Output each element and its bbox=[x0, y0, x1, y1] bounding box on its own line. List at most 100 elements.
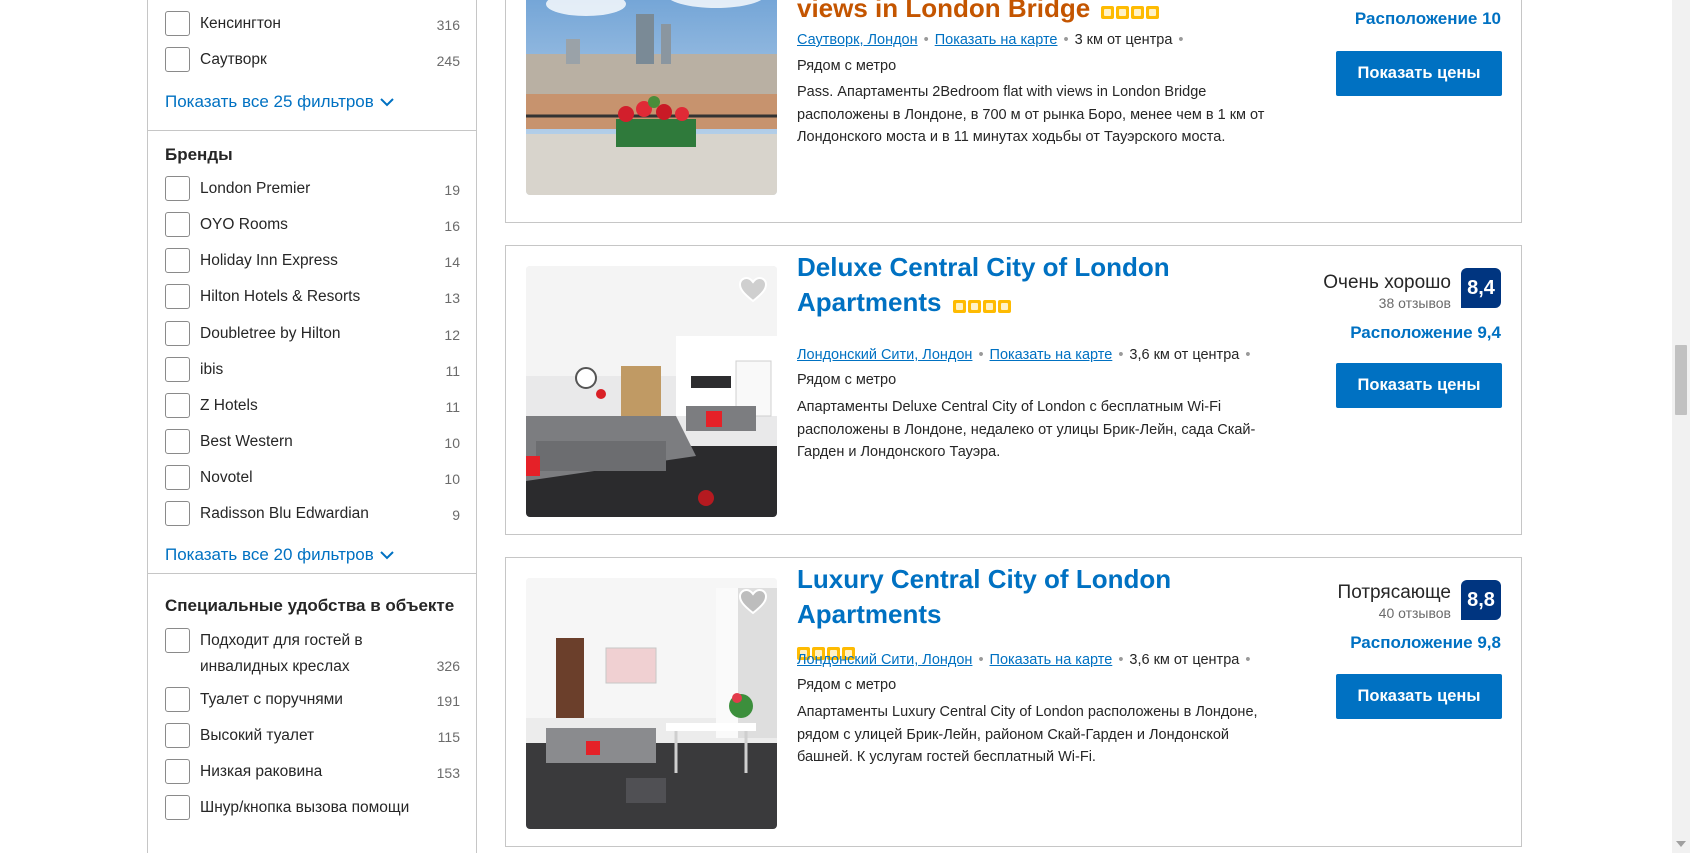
distance-text: 3,6 км от центра bbox=[1129, 652, 1240, 668]
filter-item-brand[interactable]: Hilton Hotels & Resorts 13 bbox=[165, 284, 460, 312]
star-icon bbox=[1101, 5, 1115, 19]
heart-icon bbox=[738, 276, 768, 303]
star-icon bbox=[967, 299, 981, 313]
location-line: Лондонский Сити, Лондон • Показать на карт… bbox=[797, 652, 1256, 668]
checkbox[interactable] bbox=[165, 321, 190, 346]
review-score-badge[interactable]: 8,4 bbox=[1461, 268, 1501, 308]
show-on-map-link[interactable]: Показать на карте bbox=[935, 32, 1058, 48]
checkbox[interactable] bbox=[165, 393, 190, 418]
checkbox[interactable] bbox=[165, 284, 190, 309]
filter-count: 326 bbox=[436, 658, 460, 674]
filter-item-brand[interactable]: Radisson Blu Edwardian 9 bbox=[165, 501, 460, 529]
checkbox[interactable] bbox=[165, 429, 190, 454]
filter-count: 16 bbox=[444, 218, 460, 234]
filter-item-emergency-cord[interactable]: Шнур/кнопка вызова помощи bbox=[165, 795, 460, 823]
filter-item-low-sink[interactable]: Низкая раковина 153 bbox=[165, 759, 460, 787]
filter-item-southwark[interactable]: Саутворк 245 bbox=[165, 47, 460, 75]
checkbox[interactable] bbox=[165, 357, 190, 382]
filter-label: Саутворк bbox=[200, 51, 267, 68]
checkbox[interactable] bbox=[165, 465, 190, 490]
checkbox[interactable] bbox=[165, 501, 190, 526]
filter-count: 9 bbox=[452, 507, 460, 523]
property-title-text: views in London Bridge bbox=[797, 0, 1091, 23]
checkbox[interactable] bbox=[165, 11, 190, 36]
checkbox[interactable] bbox=[165, 723, 190, 748]
property-title[interactable]: views in London Bridge bbox=[797, 0, 1297, 28]
filter-label: Низкая раковина bbox=[200, 763, 323, 780]
filter-item-brand[interactable]: London Premier 19 bbox=[165, 176, 460, 204]
star-icon bbox=[1146, 5, 1160, 19]
checkbox[interactable] bbox=[165, 248, 190, 273]
filter-count: 11 bbox=[445, 399, 460, 415]
show-prices-button[interactable]: Показать цены bbox=[1336, 51, 1502, 96]
property-card: views in London Bridge Саутворк, Лондон •… bbox=[505, 0, 1522, 223]
scrollbar-thumb[interactable] bbox=[1675, 345, 1687, 415]
filter-item-brand[interactable]: Z Hotels 11 bbox=[165, 393, 460, 421]
property-description: Апартаменты Deluxe Central City of Londo… bbox=[797, 399, 1256, 460]
page-scrollbar[interactable] bbox=[1672, 0, 1690, 853]
filter-label: ibis bbox=[200, 361, 224, 378]
filter-item-brand[interactable]: Holiday Inn Express 14 bbox=[165, 248, 460, 276]
star-icon bbox=[952, 299, 966, 313]
checkbox[interactable] bbox=[165, 759, 190, 784]
filter-item-kensington[interactable]: Кенсингтон 316 bbox=[165, 11, 460, 39]
show-all-brands-link[interactable]: Показать все 20 фильтров bbox=[165, 545, 394, 565]
star-icon bbox=[1131, 5, 1145, 19]
show-prices-button[interactable]: Показать цены bbox=[1336, 674, 1502, 719]
filter-count: 115 bbox=[437, 729, 460, 745]
filter-count: 14 bbox=[444, 254, 460, 270]
property-photo[interactable] bbox=[526, 0, 777, 195]
filter-item-brand[interactable]: ibis 11 bbox=[165, 357, 460, 385]
district-link[interactable]: Лондонский Сити, Лондон bbox=[797, 347, 972, 363]
separator-dot: • bbox=[978, 347, 984, 363]
rating-word: Очень хорошо bbox=[1323, 272, 1451, 293]
district-link[interactable]: Саутворк, Лондон bbox=[797, 32, 918, 48]
separator-dot: • bbox=[1178, 32, 1184, 48]
filters-sidebar: Кенсингтон 316 Саутворк 245 Показать все… bbox=[147, 0, 477, 853]
filter-item-brand[interactable]: Doubletree by Hilton 12 bbox=[165, 321, 460, 349]
property-photo[interactable] bbox=[526, 266, 777, 517]
filter-count: 10 bbox=[444, 471, 460, 487]
property-title-text: Luxury Central City of London Apartments bbox=[797, 564, 1172, 629]
show-prices-button[interactable]: Показать цены bbox=[1336, 363, 1502, 408]
separator-dot: • bbox=[978, 652, 984, 668]
filter-item-brand[interactable]: Novotel 10 bbox=[165, 465, 460, 493]
save-to-wishlist-button[interactable] bbox=[737, 586, 769, 618]
property-card: Luxury Central City of London Apartments… bbox=[505, 557, 1522, 847]
review-score-badge[interactable]: 8,8 bbox=[1461, 580, 1501, 620]
property-description: Апартаменты Luxury Central City of Londo… bbox=[797, 704, 1258, 765]
separator-dot: • bbox=[1063, 32, 1069, 48]
checkbox[interactable] bbox=[165, 212, 190, 237]
checkbox[interactable] bbox=[165, 795, 190, 820]
show-on-map-link[interactable]: Показать на карте bbox=[990, 347, 1113, 363]
filter-item-brand[interactable]: OYO Rooms 16 bbox=[165, 212, 460, 240]
show-all-districts-link[interactable]: Показать все 25 фильтров bbox=[165, 92, 394, 112]
filter-item-brand[interactable]: Best Western 10 bbox=[165, 429, 460, 457]
filter-label: Высокий туалет bbox=[200, 727, 315, 744]
scroll-down-arrow-icon[interactable] bbox=[1676, 841, 1686, 847]
checkbox[interactable] bbox=[165, 687, 190, 712]
checkbox[interactable] bbox=[165, 176, 190, 201]
location-score: Расположение 9,8 bbox=[1350, 633, 1501, 652]
distance-text: 3 км от центра bbox=[1074, 32, 1173, 48]
district-link[interactable]: Лондонский Сити, Лондон bbox=[797, 652, 972, 668]
show-on-map-link[interactable]: Показать на карте bbox=[990, 652, 1113, 668]
filter-item-wheelchair[interactable]: Подходит для гостей в инвалидных креслах… bbox=[165, 628, 460, 680]
property-photo[interactable] bbox=[526, 578, 777, 829]
save-to-wishlist-button[interactable] bbox=[737, 274, 769, 306]
separator-dot: • bbox=[1118, 652, 1124, 668]
filter-item-raised-toilet[interactable]: Высокий туалет 115 bbox=[165, 723, 460, 751]
filter-count: 19 bbox=[444, 182, 460, 198]
star-rating bbox=[952, 287, 1013, 322]
filter-label: Z Hotels bbox=[200, 397, 258, 414]
checkbox[interactable] bbox=[165, 628, 190, 653]
filter-label: OYO Rooms bbox=[200, 216, 288, 233]
filter-count: 10 bbox=[444, 435, 460, 451]
property-title[interactable]: Deluxe Central City of London Apartments bbox=[797, 250, 1297, 322]
location-line: Саутворк, Лондон • Показать на карте • 3 км … bbox=[797, 32, 1190, 48]
filter-group-accessibility: Специальные удобства в объекте Подходит … bbox=[148, 574, 476, 853]
location-score: Расположение 9,4 bbox=[1350, 323, 1501, 342]
checkbox[interactable] bbox=[165, 47, 190, 72]
separator-dot: • bbox=[1245, 347, 1251, 363]
filter-item-grab-rails[interactable]: Туалет с поручнями 191 bbox=[165, 687, 460, 715]
